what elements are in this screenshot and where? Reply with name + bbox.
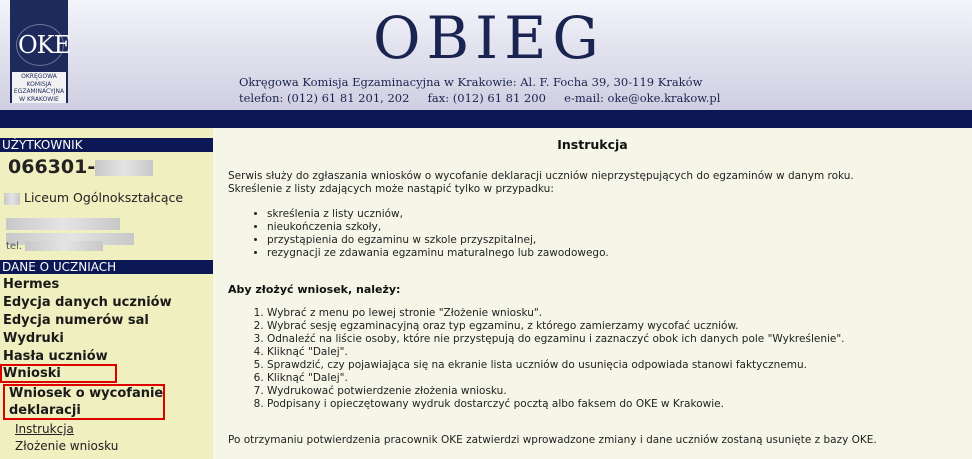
menu-item-hermes[interactable]: Hermes — [3, 276, 59, 294]
menu-item-edycja-sal[interactable]: Edycja numerów sal — [3, 312, 149, 330]
sidebar: UŻYTKOWNIK 066301- Liceum Ogólnokształcą… — [0, 128, 213, 459]
redacted-block — [4, 192, 20, 205]
list-item: Wydrukować potwierdzenie złożenia wniosk… — [267, 385, 845, 398]
steps-header: Aby złożyć wniosek, należy: — [228, 283, 401, 296]
user-id: 066301- — [8, 155, 154, 179]
tel-label: tel. — [6, 241, 23, 252]
oke-logo-mark: OKE — [16, 24, 71, 66]
redacted-block — [6, 218, 120, 230]
list-item: przystąpienia do egzaminu w szkole przys… — [267, 234, 609, 247]
school-name: Liceum Ogólnokształcące — [4, 190, 183, 206]
intro-text: Serwis służy do zgłaszania wniosków o wy… — [228, 170, 854, 182]
menu-item-edycja-danych[interactable]: Edycja danych uczniów — [3, 294, 172, 312]
list-item: rezygnacji ze zdawania egzaminu maturaln… — [267, 247, 609, 260]
redacted-block — [95, 159, 154, 176]
list-item: nieukończenia szkoły, — [267, 221, 609, 234]
address-block: Okręgowa Komisja Egzaminacyjna w Krakowi… — [239, 74, 720, 106]
link-instrukcja[interactable]: Instrukcja — [15, 422, 74, 437]
redacted-block — [25, 241, 104, 251]
user-id-text: 066301- — [8, 156, 96, 178]
students-section-header: DANE O UCZNIACH — [0, 260, 213, 274]
footer-text: Po otrzymaniu potwierdzenia pracownik OK… — [228, 434, 877, 446]
contact-line: telefon: (012) 61 81 201, 202 fax: (012)… — [239, 91, 721, 105]
menu-item-wydruki[interactable]: Wydruki — [3, 330, 64, 348]
list-item: Kliknąć "Dalej". — [267, 372, 845, 385]
telephone: tel. — [6, 241, 104, 252]
highlight-box-wniosek — [3, 384, 165, 420]
page-header: OKE OKRĘGOWA KOMISJA EGZAMINACYJNA W KRA… — [0, 0, 972, 110]
cases-list: skreślenia z listy uczniów, nieukończeni… — [251, 208, 609, 260]
oke-logo[interactable]: OKE OKRĘGOWA KOMISJA EGZAMINACYJNA W KRA… — [10, 0, 71, 103]
site-title: OBIEG — [373, 4, 605, 72]
logo-line: OKRĘGOWA — [21, 73, 57, 80]
link-zlozenie-wniosku[interactable]: Złożenie wniosku — [15, 439, 118, 454]
list-item: Wybrać sesję egzaminacyjną oraz typ egza… — [267, 320, 845, 333]
list-item: skreślenia z listy uczniów, — [267, 208, 609, 221]
intro-text: Skreślenie z listy zdających może nastąp… — [228, 183, 554, 195]
oke-logo-caption: OKRĘGOWA KOMISJA EGZAMINACYJNA W KRAKOWI… — [12, 72, 66, 103]
user-section-header: UŻYTKOWNIK — [0, 138, 213, 152]
top-navbar — [0, 110, 972, 128]
logo-line: KOMISJA — [26, 80, 52, 88]
list-item: Wybrać z menu po lewej stronie "Złożenie… — [267, 307, 845, 320]
steps-list: Wybrać z menu po lewej stronie "Złożenie… — [251, 307, 845, 411]
logo-line: EGZAMINACYJNA — [13, 88, 65, 95]
page-title: Instrukcja — [557, 137, 628, 152]
highlight-box-wnioski — [0, 364, 117, 383]
list-item: Sprawdzić, czy pojawiająca się na ekrani… — [267, 359, 845, 372]
list-item: Podpisany i opieczętowany wydruk dostarc… — [267, 398, 845, 411]
main-content: Instrukcja Serwis służy do zgłaszania wn… — [213, 128, 972, 459]
list-item: Odnaleźć na liście osoby, które nie przy… — [267, 333, 845, 346]
school-name-text: Liceum Ogólnokształcące — [23, 190, 184, 205]
list-item: Kliknąć "Dalej". — [267, 346, 845, 359]
address-line: Okręgowa Komisja Egzaminacyjna w Krakowi… — [239, 75, 703, 89]
logo-line: W KRAKOWIE — [19, 95, 59, 103]
